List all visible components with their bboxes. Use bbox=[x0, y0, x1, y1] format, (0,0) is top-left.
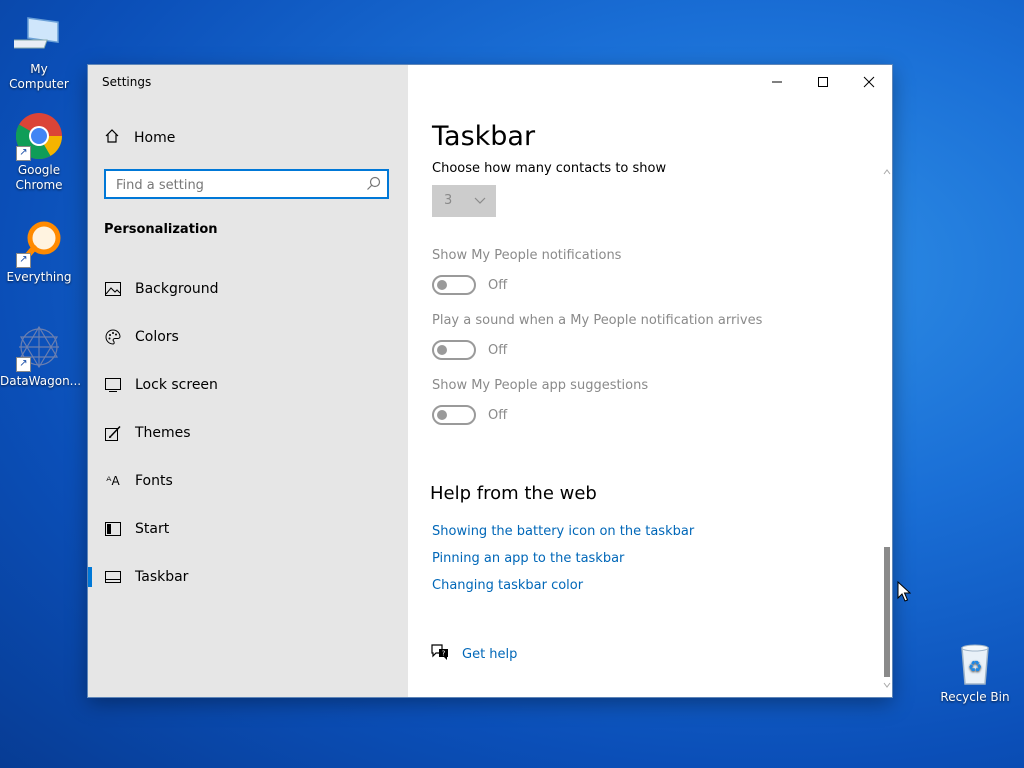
sidebar-item-start[interactable]: Start bbox=[88, 505, 408, 553]
desktop-icon-label: My Computer bbox=[9, 62, 69, 91]
page-title: Taskbar bbox=[432, 121, 536, 152]
picture-icon bbox=[104, 280, 122, 298]
scroll-up-icon[interactable] bbox=[883, 161, 891, 180]
start-icon bbox=[104, 520, 122, 538]
toggle-knob bbox=[437, 345, 447, 355]
sidebar-item-label: Background bbox=[135, 281, 219, 297]
desktop-icon-my-computer[interactable]: My Computer bbox=[0, 10, 78, 92]
chrome-icon: ↗ bbox=[14, 111, 64, 161]
toggle-state: Off bbox=[488, 408, 508, 423]
minimize-button[interactable] bbox=[754, 69, 800, 95]
toggle-state: Off bbox=[488, 278, 508, 293]
sidebar-item-taskbar[interactable]: Taskbar bbox=[88, 553, 408, 601]
shortcut-arrow-icon: ↗ bbox=[16, 146, 31, 161]
desktop-icon-google-chrome[interactable]: ↗ Google Chrome bbox=[0, 111, 78, 193]
close-button[interactable] bbox=[846, 69, 892, 95]
home-icon bbox=[104, 128, 120, 148]
desktop-icon-recycle-bin[interactable]: ♻ Recycle Bin bbox=[936, 638, 1014, 705]
shortcut-arrow-icon: ↗ bbox=[16, 357, 31, 372]
get-help-icon: ? bbox=[430, 643, 450, 665]
sidebar: Settings Home Personalization Background bbox=[88, 65, 408, 697]
chevron-down-icon bbox=[474, 194, 486, 209]
toggle-notification-sound[interactable] bbox=[432, 340, 476, 360]
desktop-icon-datawagon[interactable]: ↗ DataWagon... bbox=[0, 322, 82, 389]
sidebar-item-colors[interactable]: Colors bbox=[88, 313, 408, 361]
toggle-knob bbox=[437, 410, 447, 420]
lock-screen-icon bbox=[104, 376, 122, 394]
themes-icon bbox=[104, 424, 122, 442]
svg-text:?: ? bbox=[442, 650, 446, 658]
maximize-button[interactable] bbox=[800, 69, 846, 95]
sidebar-item-label: Taskbar bbox=[135, 569, 189, 585]
get-help-label: Get help bbox=[462, 646, 518, 662]
sidebar-item-label: Colors bbox=[135, 329, 179, 345]
setting-label: Show My People app suggestions bbox=[432, 378, 649, 393]
toggle-state: Off bbox=[488, 343, 508, 358]
home-link[interactable]: Home bbox=[104, 127, 175, 149]
desktop-icon-label: DataWagon... bbox=[0, 374, 82, 388]
taskbar-icon bbox=[104, 568, 122, 586]
desktop-icon-label: Everything bbox=[6, 270, 72, 284]
shortcut-arrow-icon: ↗ bbox=[16, 253, 31, 268]
desktop-icon-label: Recycle Bin bbox=[940, 690, 1010, 704]
toggle-app-suggestions[interactable] bbox=[432, 405, 476, 425]
search-input[interactable] bbox=[114, 175, 358, 195]
home-label: Home bbox=[134, 130, 176, 146]
scroll-down-icon[interactable] bbox=[883, 674, 891, 693]
help-link-taskbar-color[interactable]: Changing taskbar color bbox=[432, 578, 583, 593]
magnifier-icon: ↗ bbox=[14, 218, 64, 268]
computer-icon bbox=[9, 10, 64, 60]
svg-text:♻: ♻ bbox=[968, 657, 982, 676]
search-box[interactable] bbox=[104, 169, 389, 199]
toggle-people-notifications[interactable] bbox=[432, 275, 476, 295]
section-title: Personalization bbox=[104, 222, 218, 237]
sidebar-item-label: Themes bbox=[135, 425, 191, 441]
sidebar-item-themes[interactable]: Themes bbox=[88, 409, 408, 457]
maximize-icon bbox=[817, 73, 829, 92]
sidebar-item-fonts[interactable]: ᴬA Fonts bbox=[88, 457, 408, 505]
help-link-battery-icon[interactable]: Showing the battery icon on the taskbar bbox=[432, 524, 694, 539]
desktop-icon-everything[interactable]: ↗ Everything bbox=[0, 218, 78, 285]
sidebar-item-background[interactable]: Background bbox=[88, 265, 408, 313]
content-pane: Taskbar Choose how many contacts to show… bbox=[408, 65, 892, 697]
contacts-label: Choose how many contacts to show bbox=[432, 161, 667, 176]
get-help-link[interactable]: ? Get help bbox=[430, 643, 517, 665]
contacts-dropdown[interactable]: 3 bbox=[432, 185, 496, 217]
search-icon[interactable] bbox=[366, 176, 381, 195]
close-icon bbox=[863, 73, 875, 92]
toggle-knob bbox=[437, 280, 447, 290]
fonts-icon: ᴬA bbox=[106, 474, 120, 488]
sidebar-item-label: Start bbox=[135, 521, 170, 537]
help-title: Help from the web bbox=[430, 483, 597, 504]
recycle-bin-icon: ♻ bbox=[950, 638, 1000, 688]
setting-label: Play a sound when a My People notificati… bbox=[432, 313, 763, 328]
mouse-cursor-icon bbox=[897, 580, 912, 607]
desktop-icon-label: Google Chrome bbox=[15, 163, 63, 192]
help-link-pinning-app[interactable]: Pinning an app to the taskbar bbox=[432, 551, 624, 566]
scrollbar[interactable] bbox=[882, 161, 892, 693]
setting-label: Show My People notifications bbox=[432, 248, 622, 263]
sidebar-nav: Background Colors Lock screen Themes ᴬA … bbox=[88, 265, 408, 601]
sidebar-item-label: Fonts bbox=[135, 473, 173, 489]
palette-icon bbox=[104, 328, 122, 346]
minimize-icon bbox=[771, 73, 783, 92]
scroll-thumb[interactable] bbox=[884, 547, 890, 677]
sidebar-item-lock-screen[interactable]: Lock screen bbox=[88, 361, 408, 409]
settings-window: Settings Home Personalization Background bbox=[88, 65, 892, 697]
contacts-value: 3 bbox=[444, 193, 453, 208]
datawagon-icon: ↗ bbox=[14, 322, 64, 372]
window-title: Settings bbox=[102, 75, 152, 89]
sidebar-item-label: Lock screen bbox=[135, 377, 218, 393]
